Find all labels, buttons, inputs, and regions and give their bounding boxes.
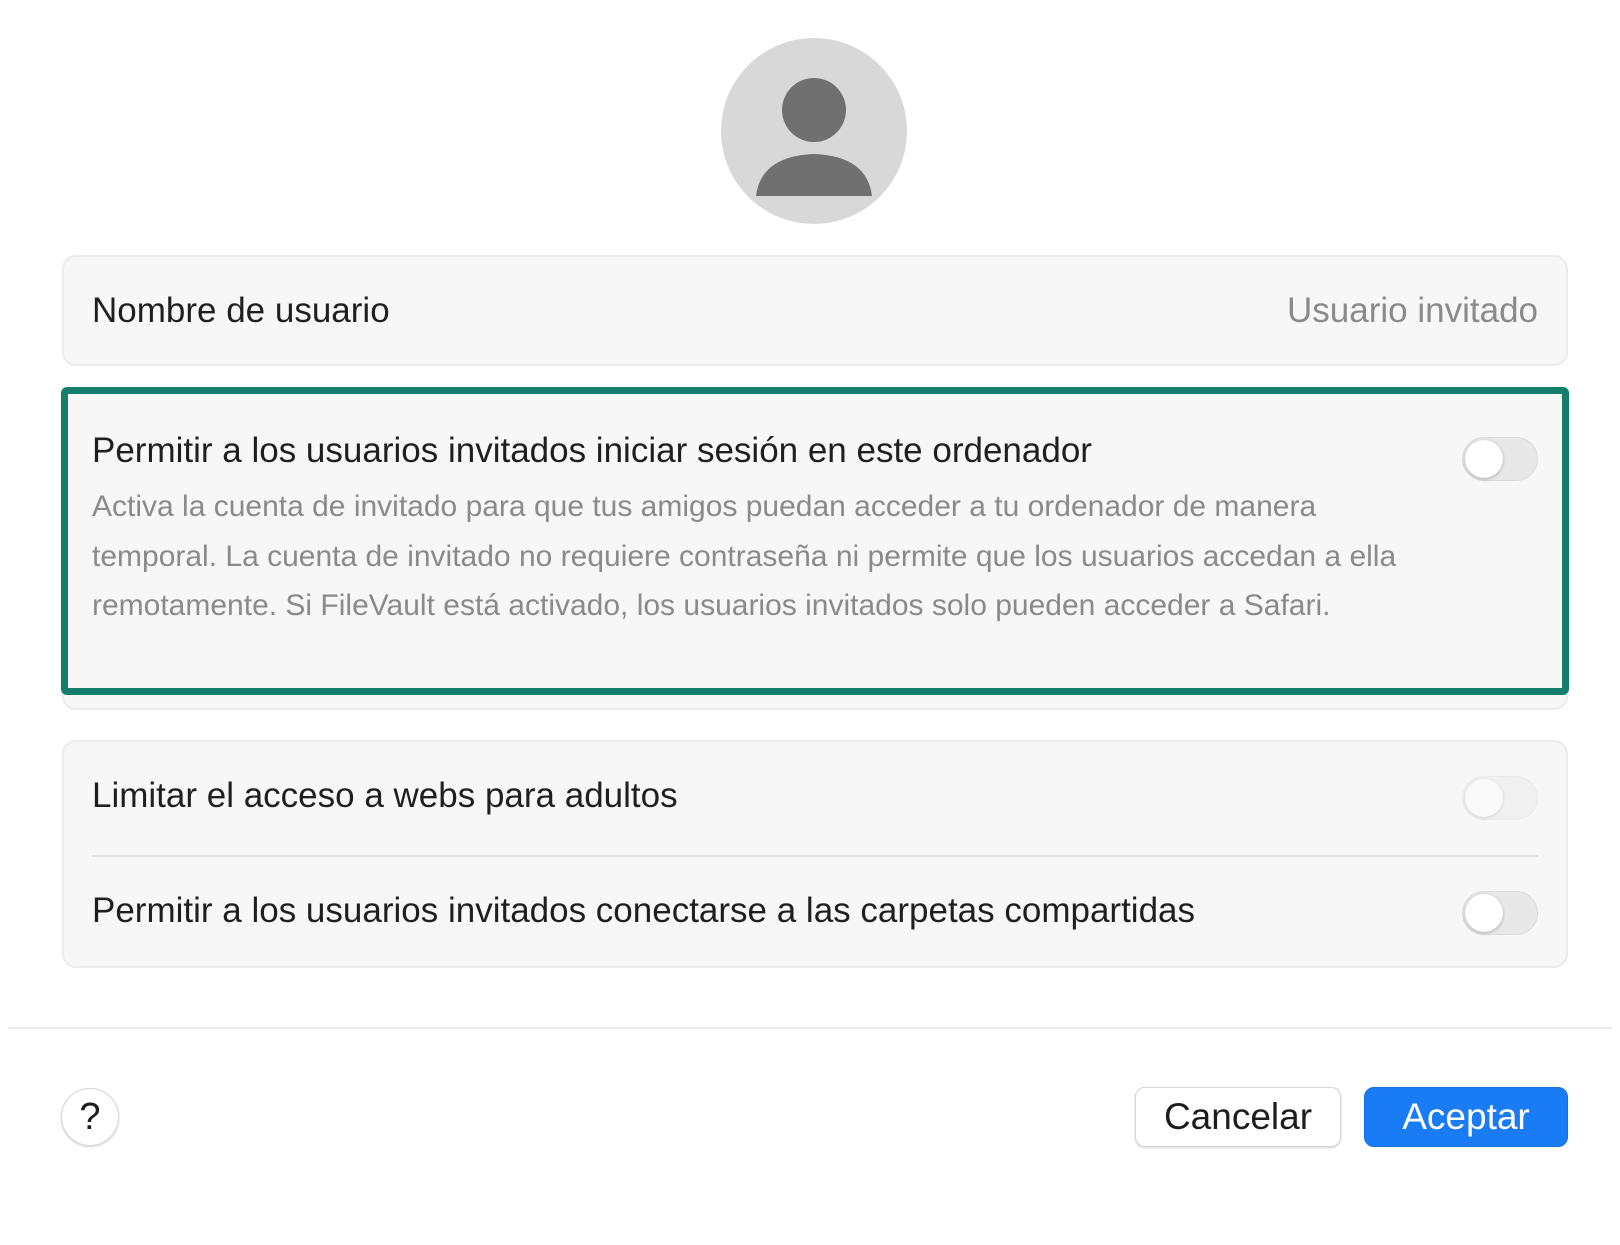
guest-login-label: Permitir a los usuarios invitados inicia… — [92, 431, 1092, 470]
username-card: Nombre de usuario Usuario invitado — [62, 255, 1568, 366]
footer-separator — [8, 1027, 1612, 1029]
row-divider — [92, 855, 1538, 857]
cancel-button[interactable]: Cancelar — [1135, 1087, 1341, 1147]
toggle-knob — [1465, 894, 1503, 932]
toggle-knob — [1465, 779, 1503, 817]
guest-login-card: Permitir a los usuarios invitados inicia… — [62, 390, 1568, 710]
help-button[interactable]: ? — [61, 1088, 119, 1146]
user-silhouette-icon — [756, 78, 872, 196]
shared-folders-label: Permitir a los usuarios invitados conect… — [92, 891, 1195, 930]
username-value: Usuario invitado — [1287, 291, 1538, 330]
user-avatar — [721, 38, 907, 224]
adult-sites-toggle[interactable] — [1462, 776, 1538, 820]
guest-login-description: Activa la cuenta de invitado para que tu… — [92, 490, 1397, 622]
shared-folders-toggle[interactable] — [1462, 891, 1538, 935]
adult-sites-label: Limitar el acceso a webs para adultos — [92, 776, 678, 815]
username-label: Nombre de usuario — [92, 291, 390, 330]
guest-login-toggle[interactable] — [1462, 437, 1538, 481]
accept-button[interactable]: Aceptar — [1364, 1087, 1568, 1147]
toggle-knob — [1465, 440, 1503, 478]
restrictions-card: Limitar el acceso a webs para adultos Pe… — [62, 740, 1568, 968]
